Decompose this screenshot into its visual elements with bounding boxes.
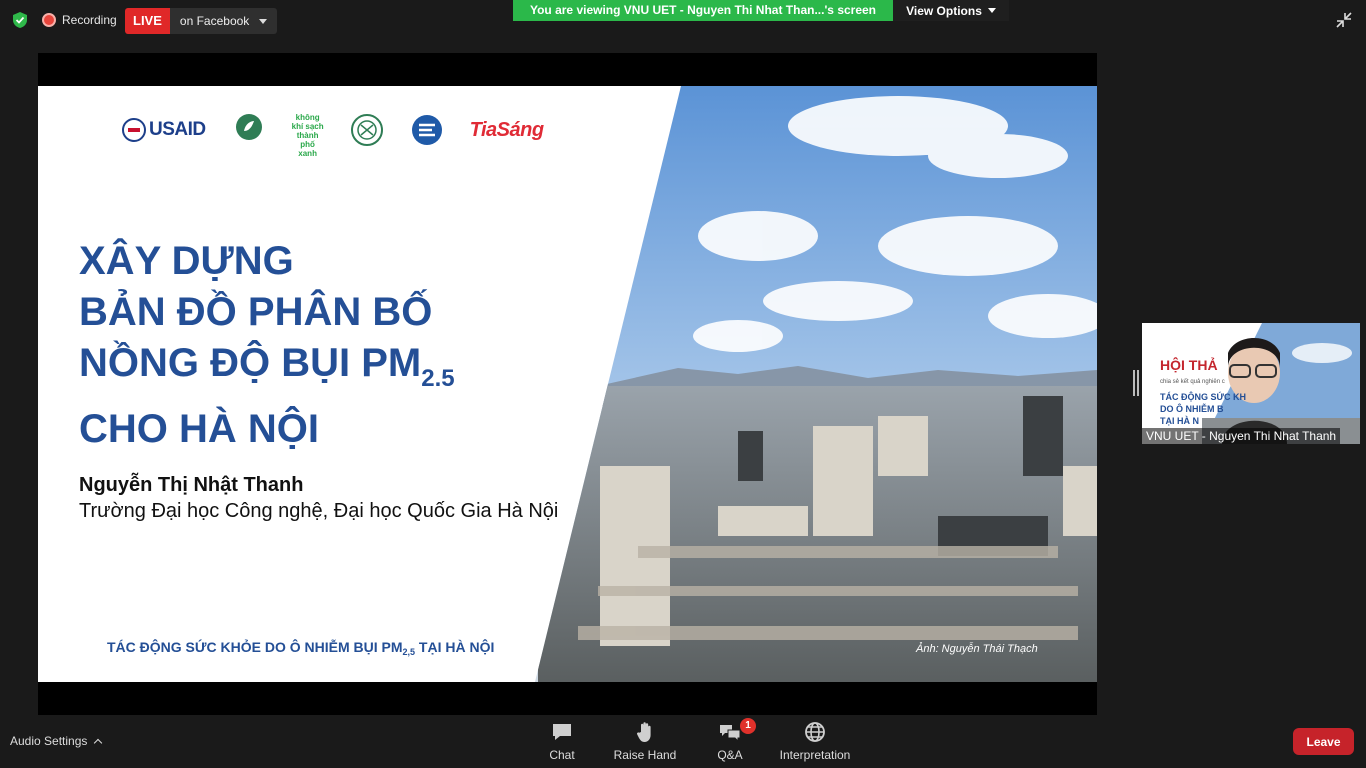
raise-hand-label: Raise Hand [613,748,677,762]
photo-credit: Ảnh: Nguyễn Thái Thạch [916,643,1038,655]
thumbnail-slide-line-3: TẠI HÀ N [1160,416,1199,426]
meeting-top-bar: Recording LIVE on Facebook You are viewi… [0,0,1366,40]
chat-button[interactable]: Chat [545,720,579,764]
live-stream-control[interactable]: LIVE on Facebook [125,8,278,34]
audio-settings-button[interactable]: Audio Settings [10,734,103,748]
leave-meeting-button[interactable]: Leave [1293,728,1354,755]
thumbnail-slide-line-1: TÁC ĐỘNG SỨC KH [1160,392,1246,402]
clean-air-logo: không khí sạch thành phố xanh [291,113,324,158]
slide-affiliation: Trường Đại học Công nghệ, Đại học Quốc G… [79,500,559,522]
qa-icon [720,725,741,743]
slide-footer-end: TẠI HÀ NỘI [415,639,495,655]
raise-hand-icon [636,722,651,742]
thumbnail-slide-heading: HỘI THẢ [1160,357,1218,373]
qa-notification-badge: 1 [740,718,756,734]
slide-title-line-2: BẢN ĐỒ PHÂN BỐ [79,290,433,334]
thumbnail-slide-lines: TÁC ĐỘNG SỨC KH DO Ô NHIỄM B TẠI HÀ N [1160,391,1246,427]
raise-hand-button[interactable]: Raise Hand [612,720,678,764]
hanoi-university-seal-logo [350,114,383,146]
slide-author: Nguyễn Thị Nhật Thanh [79,474,304,496]
slide-footer-subscript: 2,5 [402,647,416,657]
slide-title-line-3: NỒNG ĐỘ BỤI PM2.5 [79,338,455,404]
live-and-learn-logo [235,114,262,140]
slide-title-line-4: CHO HÀ NỘI [79,407,319,451]
recording-dot-icon [42,13,56,27]
recording-indicator[interactable]: Recording [42,12,117,28]
participant-video-thumbnail[interactable]: HỘI THẢ chia sẻ kết quả nghiên c TÁC ĐỘN… [1142,323,1360,444]
usaid-logo: USAID [122,118,206,142]
live-target-dropdown[interactable]: on Facebook [169,8,278,34]
live-badge: LIVE [125,8,170,34]
recording-label: Recording [62,13,117,27]
slide-title: XÂY DỰNG BẢN ĐỒ PHÂN BỐ NỒNG ĐỘ BỤI PM2.… [79,236,455,455]
usaid-logo-text: USAID [149,119,206,140]
presentation-slide: USAID không khí sạch thành phố xanh TiaS… [38,86,1097,682]
thumbnail-slide-line-2: DO Ô NHIỄM B [1160,404,1224,414]
usaid-seal-icon [122,118,146,142]
slide-title-line-1: XÂY DỰNG [79,239,294,283]
participant-name: VNU UET - Nguyen Thi Nhat Thanh [1142,428,1341,444]
globe-icon [805,722,825,742]
chat-label: Chat [549,748,575,762]
caret-down-icon [987,8,996,13]
chat-icon [553,724,571,740]
sponsor-logos: USAID không khí sạch thành phố xanh TiaS… [122,110,544,158]
caret-down-icon [259,18,268,24]
qa-button[interactable]: 1 Q&A [714,718,756,764]
qa-label: Q&A [717,748,743,762]
view-options-label: View Options [906,3,982,18]
tiasang-logo: TiaSáng [469,118,544,141]
slide-footer-main: TÁC ĐỘNG SỨC KHỎE DO Ô NHIỄM BỤI PM [107,639,403,655]
chevron-up-icon [94,738,103,747]
viewing-screen-banner: You are viewing VNU UET - Nguyen Thi Nha… [513,0,893,21]
thumbnail-slide-subtext: chia sẻ kết quả nghiên c [1160,379,1225,385]
security-shield-icon[interactable] [12,11,28,29]
live-target-label: on Facebook [179,14,250,28]
exit-fullscreen-icon[interactable] [1334,10,1354,30]
slide-title-line-3-main: NỒNG ĐỘ BỤI PM [79,341,422,385]
audio-settings-label: Audio Settings [10,734,88,748]
slide-title-subscript: 2.5 [421,365,455,392]
view-options-button[interactable]: View Options [893,0,1009,21]
interpretation-label: Interpretation [779,748,851,762]
interpretation-button[interactable]: Interpretation [776,720,854,764]
uet-logo [411,115,442,145]
panel-resize-handle[interactable] [1133,370,1139,396]
slide-footer: TÁC ĐỘNG SỨC KHỎE DO Ô NHIỄM BỤI PM2,5 T… [107,639,494,657]
